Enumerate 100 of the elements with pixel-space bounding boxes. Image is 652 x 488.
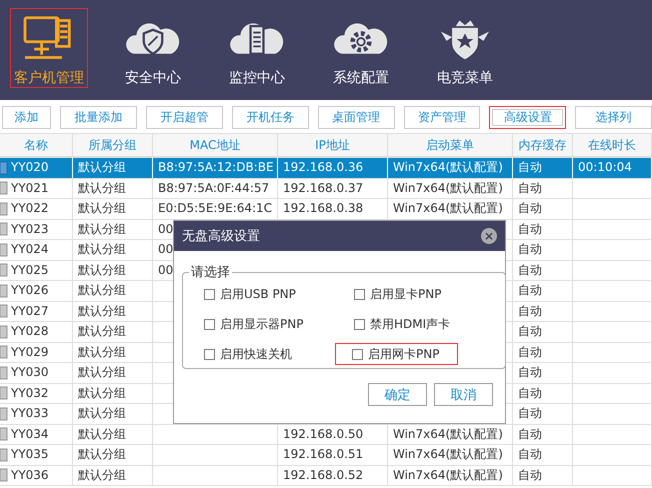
nav-tab[interactable]: 安全中心 — [114, 8, 192, 88]
mac-cell-text: 00 — [158, 241, 174, 258]
checkbox[interactable] — [204, 318, 215, 330]
menu-cell-text: Win7x64(默认配置) — [393, 466, 503, 484]
group-label: 请选择 — [190, 264, 231, 281]
group-cell-text: 默认分组 — [78, 180, 126, 197]
name-cell-text: YY029 — [11, 344, 49, 361]
toolbar-button[interactable]: 高级设置 — [489, 106, 566, 129]
name-cell-text: YY034 — [11, 426, 49, 443]
checkbox-option[interactable]: 禁用HDMI声卡 — [351, 313, 474, 335]
cache-cell-text: 自动 — [518, 262, 542, 279]
name-cell-text: YY021 — [11, 180, 49, 197]
mac-cell-text: B8:97:5A:12:DB:BE — [158, 159, 274, 176]
cache-cell-text: 自动 — [518, 159, 542, 176]
column-header[interactable]: 内存缓存 — [513, 134, 573, 156]
toolbar-button[interactable]: 开机任务 — [232, 106, 309, 129]
cache-cell-text: 自动 — [518, 384, 542, 402]
cache-cell-text: 自动 — [518, 344, 542, 361]
checkbox[interactable] — [354, 318, 365, 330]
toolbar-button[interactable]: 开启超管 — [146, 106, 223, 129]
computer-icon — [0, 304, 8, 318]
nav-tab[interactable]: 电竞菜单 — [426, 8, 504, 88]
column-header[interactable]: 启动菜单 — [388, 134, 513, 156]
column-header[interactable]: IP地址 — [278, 134, 388, 156]
checkbox-option[interactable]: 启用显示器PNP — [201, 313, 324, 335]
time-cell-text: 00:10:04 — [578, 159, 632, 176]
cache-cell-text: 自动 — [518, 282, 542, 300]
computer-icon — [0, 242, 8, 257]
computer-icon — [0, 202, 8, 216]
computer-icon — [0, 406, 8, 421]
checkbox[interactable] — [352, 348, 363, 360]
cache-cell-text: 自动 — [518, 426, 542, 443]
ip-cell-text: 192.168.0.51 — [283, 446, 364, 464]
group-cell-text: 默认分组 — [78, 241, 126, 258]
computer-icon — [0, 263, 8, 278]
computer-icon — [0, 468, 8, 482]
group-cell-text: 默认分组 — [78, 364, 126, 382]
mac-cell-text: E0:D5:5E:9E:64:1C — [158, 200, 272, 218]
close-button[interactable]: × — [481, 228, 497, 244]
checkbox-option[interactable]: 启用USB PNP — [201, 283, 324, 305]
computer-icon — [0, 386, 8, 400]
dialog-button[interactable]: 确定 — [368, 383, 427, 406]
cache-cell-text: 自动 — [518, 200, 542, 218]
column-header[interactable]: 所属分组 — [73, 134, 153, 156]
column-header[interactable]: 名称 — [0, 134, 73, 156]
checkbox-option[interactable]: 启用显卡PNP — [351, 283, 474, 305]
ip-cell-text: 192.168.0.50 — [283, 426, 364, 443]
computer-icon — [0, 284, 8, 298]
checkbox[interactable] — [204, 348, 215, 360]
toolbar-button[interactable]: 桌面管理 — [318, 106, 395, 129]
column-header[interactable]: 在线时长 — [573, 134, 652, 156]
cache-cell-text: 自动 — [518, 364, 542, 382]
menu-cell-text: Win7x64(默认配置) — [393, 180, 503, 197]
computer-icon — [0, 448, 8, 462]
group-cell-text: 默认分组 — [78, 466, 126, 484]
mac-cell-text: 00 — [158, 262, 174, 279]
cache-cell-text: 自动 — [518, 302, 542, 320]
cache-cell-text: 自动 — [518, 220, 542, 238]
group-cell-text: 默认分组 — [78, 405, 126, 422]
name-cell-text: YY026 — [11, 282, 49, 300]
nav-tab[interactable]: 客户机管理 — [10, 8, 88, 88]
group-cell-text: 默认分组 — [78, 426, 126, 443]
computer-icon — [0, 181, 8, 196]
nav-tab[interactable]: 监控中心 — [218, 8, 296, 88]
group-cell-text: 默认分组 — [78, 446, 126, 464]
name-cell-text: YY030 — [11, 364, 49, 382]
computer-icon — [0, 324, 8, 339]
group-cell-text: 默认分组 — [78, 323, 126, 340]
cache-cell-text: 自动 — [518, 466, 542, 484]
table-row[interactable]: YY035 默认分组 192.168.0.51 Win7x64(默认配置) 自动 — [0, 445, 652, 466]
checkbox-option[interactable]: 启用快速关机 — [201, 343, 324, 365]
table-row[interactable]: YY021 默认分组 B8:97:5A:0F:44:57 192.168.0.37 Win7x64(默认配置) 自动 — [0, 178, 652, 199]
toolbar-button[interactable]: 批量添加 — [60, 106, 138, 129]
cache-cell-text: 自动 — [518, 405, 542, 422]
group-cell-text: 默认分组 — [78, 282, 126, 300]
checkbox[interactable] — [204, 288, 215, 300]
toolbar-button[interactable]: 资产管理 — [404, 106, 480, 129]
dialog-button[interactable]: 取消 — [434, 383, 493, 406]
group-cell-text: 默认分组 — [78, 344, 126, 361]
name-cell-text: YY022 — [11, 200, 49, 218]
menu-cell-text: Win7x64(默认配置) — [393, 200, 503, 218]
table-row[interactable]: YY036 默认分组 192.168.0.52 Win7x64(默认配置) 自动 — [0, 466, 652, 486]
dialog-title: 无盘高级设置 — [182, 228, 260, 245]
column-header[interactable]: MAC地址 — [153, 134, 278, 156]
name-cell-text: YY035 — [11, 446, 49, 464]
toolbar-button[interactable]: 选择列 — [575, 106, 652, 129]
menu-cell-text: Win7x64(默认配置) — [393, 426, 503, 443]
name-cell-text: YY036 — [11, 466, 49, 484]
nav-tab[interactable]: 系统配置 — [322, 8, 400, 88]
cache-cell-text: 自动 — [518, 446, 542, 464]
name-cell-text: YY027 — [11, 302, 49, 320]
name-cell-text: YY028 — [11, 323, 49, 340]
toolbar-button[interactable]: 添加 — [2, 106, 52, 129]
name-cell-text: YY032 — [11, 384, 49, 402]
checkbox-option[interactable]: 启用网卡PNP — [335, 343, 458, 365]
name-cell-text: YY033 — [11, 405, 49, 422]
name-cell-text: YY025 — [11, 262, 49, 279]
table-row[interactable]: YY020 默认分组 B8:97:5A:12:DB:BE 192.168.0.36 Win7x64(默认配置) 自动 00:10:04 — [0, 158, 652, 178]
checkbox[interactable] — [354, 288, 365, 300]
cache-cell-text: 自动 — [518, 241, 542, 258]
